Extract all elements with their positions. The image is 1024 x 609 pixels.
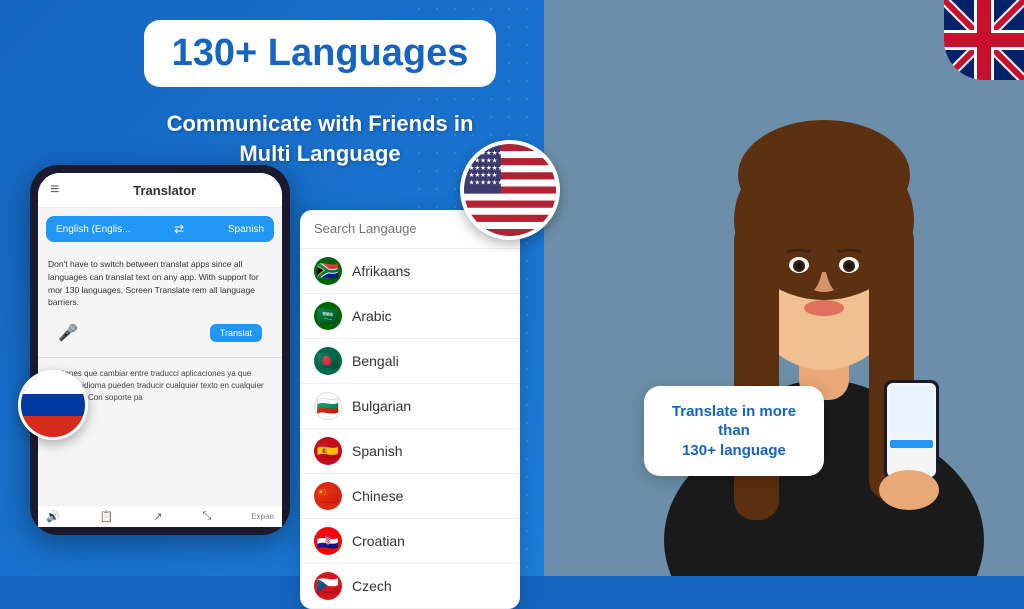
woman-photo [544,0,1024,576]
uk-flag [944,0,1024,80]
title-box: 130+ Languages [144,20,497,87]
language-name: Bengali [352,353,399,369]
list-item[interactable]: 🇨🇿 Czech [300,564,520,609]
hamburger-icon: ≡ [50,181,59,199]
copy-icon: 📋 [100,510,114,523]
divider [38,357,282,358]
list-item[interactable]: 🇧🇬 Bulgarian [300,384,520,429]
language-name: Croatian [352,533,405,549]
list-item[interactable]: 🇪🇸 Spanish [300,429,520,474]
language-name: Afrikaans [352,263,410,279]
expand-icon: ⤡ [203,510,212,523]
flag-icon: 🇿🇦 [314,257,342,285]
svg-text:★★★★★★: ★★★★★★ [469,165,504,172]
flag-icon: 🇪🇸 [314,437,342,465]
language-list: 🇿🇦 Afrikaans 🇸🇦 Arabic 🇧🇩 Bengali 🇧🇬 Bul… [300,249,520,609]
russia-flag [18,370,88,440]
translate-button[interactable]: Translat [210,324,262,342]
svg-text:★★★★★: ★★★★★ [469,172,498,179]
phone-screen: ≡ Translator English (Englis... ⇄ Spanis… [38,173,282,527]
swap-arrow: ⇄ [174,222,184,236]
flag-icon: 🇨🇿 [314,572,342,600]
flag-icon: 🇭🇷 [314,527,342,555]
language-name: Czech [352,578,392,594]
language-dropdown: 🇿🇦 Afrikaans 🇸🇦 Arabic 🇧🇩 Bengali 🇧🇬 Bul… [300,210,520,609]
phone-header: ≡ Translator [38,173,282,208]
source-text: Don't have to switch between translat ap… [48,258,272,309]
target-language: Spanish [228,224,264,235]
source-text-area: Don't have to switch between translat ap… [38,250,282,317]
flag-icon: 🇸🇦 [314,302,342,330]
language-bar[interactable]: English (Englis... ⇄ Spanish [46,216,274,242]
flag-icon: 🇧🇬 [314,392,342,420]
flag-icon: 🇧🇩 [314,347,342,375]
phone-mockup: ≡ Translator English (Englis... ⇄ Spanis… [30,165,290,535]
mic-icon: 🎤 [48,319,88,347]
language-name: Chinese [352,488,403,504]
svg-text:★★★★★: ★★★★★ [469,157,498,164]
volume-icon: 🔊 [46,510,60,523]
language-name: Spanish [352,443,403,459]
list-item[interactable]: 🇨🇳 Chinese [300,474,520,519]
svg-text:★★★★★★: ★★★★★★ [469,179,504,186]
main-title: 130+ Languages [172,32,469,75]
list-item[interactable]: 🇿🇦 Afrikaans [300,249,520,294]
translate-bubble: Translate in more than130+ language [644,386,824,477]
expand-label: Expan [251,512,274,521]
flag-icon: 🇨🇳 [314,482,342,510]
share-icon: ↗ [153,510,162,523]
phone-title: Translator [133,183,196,198]
list-item[interactable]: 🇧🇩 Bengali [300,339,520,384]
list-item[interactable]: 🇸🇦 Arabic [300,294,520,339]
language-name: Bulgarian [352,398,411,414]
language-name: Arabic [352,308,392,324]
us-flag: ★★★★★★ ★★★★★ ★★★★★★ ★★★★★ ★★★★★★ [460,140,560,240]
list-item[interactable]: 🇭🇷 Croatian [300,519,520,564]
source-language: English (Englis... [56,224,130,235]
translate-bubble-text: Translate in more than130+ language [664,402,804,461]
